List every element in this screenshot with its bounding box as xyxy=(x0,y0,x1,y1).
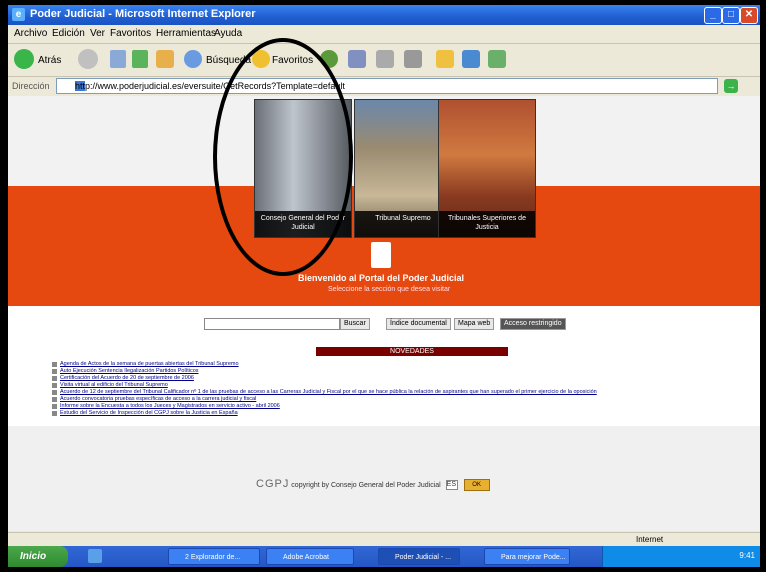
address-input[interactable]: http://www.poderjudicial.es/eversuite/Ge… xyxy=(56,78,718,94)
edit-icon[interactable] xyxy=(404,50,422,68)
page-footer: CGPJ copyright by Consejo General del Po… xyxy=(256,478,490,492)
search-button[interactable]: Buscar xyxy=(340,318,370,330)
news-header: NOVEDADES xyxy=(316,347,508,356)
coat-of-arms-icon xyxy=(371,242,391,268)
status-bar: Internet xyxy=(8,532,760,547)
highlight-ellipse xyxy=(213,38,353,276)
cgpj-logo: CGPJ xyxy=(256,478,290,490)
news-item[interactable]: Certificación del Acuerdo de 20 de septi… xyxy=(52,375,752,382)
task-poder-judicial[interactable]: Poder Judicial - ... xyxy=(378,548,460,565)
photo-caption-superiores: Tribunales Superiores de Justicia xyxy=(439,211,535,237)
language-ok-button[interactable]: OK xyxy=(463,479,490,492)
internet-zone: Internet xyxy=(636,535,664,544)
news-list: Agenda de Actos de la semana de puertas … xyxy=(52,361,752,417)
news-item[interactable]: Estudio del Servicio de Inspección del C… xyxy=(52,410,752,417)
menu-ayuda[interactable]: Ayuda xyxy=(214,28,242,39)
language-select[interactable]: ES xyxy=(445,480,458,491)
welcome-title: Bienvenido al Portal del Poder Judicial xyxy=(298,273,465,283)
window-title: Poder Judicial - Microsoft Internet Expl… xyxy=(30,8,256,20)
stop-icon[interactable] xyxy=(110,50,126,68)
go-button[interactable]: → xyxy=(724,79,738,93)
copyright-text: copyright by Consejo General del Poder J… xyxy=(291,482,441,489)
maximize-button[interactable]: □ xyxy=(722,7,740,24)
back-arrow-icon[interactable] xyxy=(14,49,34,69)
search-input[interactable] xyxy=(204,318,340,330)
screen-border-left xyxy=(0,0,8,572)
document-index-button[interactable]: Índice documental xyxy=(386,318,451,330)
home-icon[interactable] xyxy=(156,50,174,68)
forward-arrow-icon[interactable] xyxy=(78,49,98,69)
welcome-subtitle: Seleccione la sección que desea visitar xyxy=(328,286,451,293)
restricted-access-button[interactable]: Acceso restringido xyxy=(500,318,566,330)
minimize-button[interactable]: _ xyxy=(704,7,722,24)
task-acrobat[interactable]: Adobe Acrobat xyxy=(266,548,354,565)
print-icon[interactable] xyxy=(376,50,394,68)
search-row: Buscar Índice documental Mapa web Acceso… xyxy=(8,318,760,330)
web-page: Consejo General del Poder Judicial Tribu… xyxy=(8,96,760,531)
quicklaunch-icon[interactable] xyxy=(88,549,102,563)
ie-logo-icon: e xyxy=(12,8,25,21)
back-label[interactable]: Atrás xyxy=(38,55,61,66)
browser-window: e Poder Judicial - Microsoft Internet Ex… xyxy=(8,5,760,567)
sitemap-button[interactable]: Mapa web xyxy=(454,318,495,330)
taskbar: Inicio 2 Explorador de... Adobe Acrobat … xyxy=(8,546,760,567)
start-button[interactable]: Inicio xyxy=(8,546,68,567)
task-mejorar[interactable]: Para mejorar Pode... xyxy=(484,548,570,565)
toolbar: Atrás Búsqueda Favoritos xyxy=(8,44,760,77)
menu-archivo[interactable]: Archivo xyxy=(14,28,47,39)
photo-tribunales-superiores[interactable]: Tribunales Superiores de Justicia xyxy=(438,99,536,238)
messenger-icon[interactable] xyxy=(462,50,480,68)
tool-icon[interactable] xyxy=(488,50,506,68)
menu-edicion[interactable]: Edición xyxy=(52,28,85,39)
search-icon[interactable] xyxy=(184,50,202,68)
close-button[interactable]: ✕ xyxy=(740,7,758,24)
menu-ver[interactable]: Ver xyxy=(90,28,105,39)
system-tray: 9:41 xyxy=(602,546,760,567)
address-bar: Dirección http://www.poderjudicial.es/ev… xyxy=(8,77,760,95)
refresh-icon[interactable] xyxy=(132,50,148,68)
title-bar: e Poder Judicial - Microsoft Internet Ex… xyxy=(8,5,760,25)
clock: 9:41 xyxy=(739,551,755,560)
mail-icon[interactable] xyxy=(348,50,366,68)
news-item[interactable]: Auto Ejecución Sentencia Ilegalización P… xyxy=(52,368,752,375)
news-item[interactable]: Visita virtual al edificio del Tribunal … xyxy=(52,382,752,389)
address-label: Dirección xyxy=(12,81,50,91)
photo-caption-supremo: Tribunal Supremo xyxy=(355,211,451,237)
menu-bar: Archivo Edición Ver Favoritos Herramient… xyxy=(8,25,760,44)
news-item[interactable]: Informe sobre la Encuesta a todos los Ju… xyxy=(52,403,752,410)
news-item[interactable]: Acuerdo de 12 de septiembre del Tribunal… xyxy=(52,389,752,396)
task-explorer[interactable]: 2 Explorador de... xyxy=(168,548,260,565)
news-item[interactable]: Agenda de Actos de la semana de puertas … xyxy=(52,361,752,368)
menu-herramientas[interactable]: Herramientas xyxy=(156,28,216,39)
news-item[interactable]: Acuerdo convocatoria pruebas específicas… xyxy=(52,396,752,403)
menu-favoritos[interactable]: Favoritos xyxy=(110,28,151,39)
folder-icon[interactable] xyxy=(436,50,454,68)
